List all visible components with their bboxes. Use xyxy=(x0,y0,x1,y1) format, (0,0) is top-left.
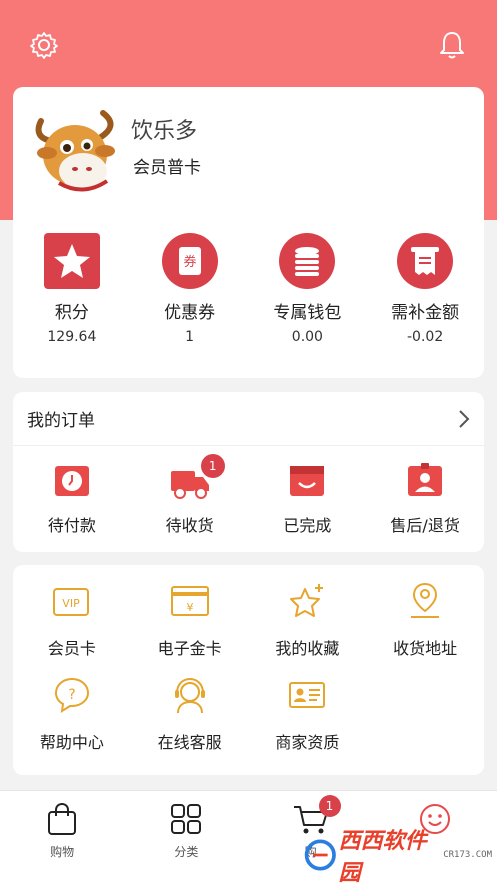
headset-icon xyxy=(168,673,212,717)
star-plus-icon xyxy=(285,579,329,623)
service-customer-support[interactable]: 在线客服 xyxy=(131,673,249,753)
help-icon: ? xyxy=(50,673,94,717)
stat-coupons[interactable]: 券 优惠券 1 xyxy=(131,232,249,345)
service-vip-card[interactable]: VIP 会员卡 xyxy=(13,579,131,659)
coins-icon xyxy=(278,232,336,290)
location-person-icon xyxy=(403,579,447,623)
stat-label: 优惠券 xyxy=(164,303,216,323)
gear-icon xyxy=(30,32,58,59)
tab-label: 分类 xyxy=(174,845,199,859)
services-row: ? 帮助中心 在线客服 商家资质 xyxy=(13,673,484,753)
stat-label: 积分 xyxy=(54,303,89,323)
cow-mascot-icon xyxy=(35,110,115,192)
profile-card: 饮乐多 会员普卡 积分 129.64 券 优惠券 1 专属钱包 0.00 需补金… xyxy=(13,87,484,378)
service-merchant-license[interactable]: 商家资质 xyxy=(249,673,367,753)
order-count-badge: 1 xyxy=(200,454,225,478)
bell-icon xyxy=(440,32,464,59)
order-after-sales[interactable]: 售后/退货 xyxy=(366,460,484,536)
stat-value: 129.64 xyxy=(47,329,97,345)
settings-button[interactable] xyxy=(27,28,61,62)
avatar[interactable] xyxy=(27,107,125,197)
services-card: VIP 会员卡 ¥ 电子金卡 我的收藏 收货地址 ? 帮助中心 在线客服 商家资… xyxy=(13,565,484,775)
orders-row: 待付款 1 待收货 已完成 售后/退货 xyxy=(13,446,484,536)
orders-title: 我的订单 xyxy=(27,411,95,431)
orders-header[interactable]: 我的订单 xyxy=(13,392,484,446)
license-icon xyxy=(285,673,329,717)
service-label: 在线客服 xyxy=(157,733,222,752)
star-icon xyxy=(43,232,101,290)
service-label: 会员卡 xyxy=(47,639,96,658)
order-label: 待收货 xyxy=(165,516,214,535)
service-address[interactable]: 收货地址 xyxy=(366,579,484,659)
stat-value: -0.02 xyxy=(407,329,444,345)
service-label: 我的收藏 xyxy=(275,639,340,658)
username: 饮乐多 xyxy=(131,119,198,144)
person-card-icon xyxy=(404,460,446,502)
orders-card: 我的订单 待付款 1 待收货 已完成 售后/退货 xyxy=(13,392,484,552)
order-pending-payment[interactable]: 待付款 xyxy=(13,460,131,536)
stat-balance-due[interactable]: 需补金额 -0.02 xyxy=(366,232,484,345)
stats-row: 积分 129.64 券 优惠券 1 专属钱包 0.00 需补金额 -0.02 xyxy=(13,232,484,345)
shopping-bag-icon xyxy=(44,801,80,837)
cart-count-badge: 1 xyxy=(318,795,341,817)
order-label: 待付款 xyxy=(47,516,96,535)
tab-category[interactable]: 分类 xyxy=(124,791,248,883)
stat-label: 专属钱包 xyxy=(273,303,342,323)
stat-label: 需补金额 xyxy=(391,303,460,323)
stat-value: 1 xyxy=(185,329,195,345)
svg-text:¥: ¥ xyxy=(186,601,193,614)
site-logo-icon xyxy=(304,839,336,871)
grid-icon xyxy=(168,801,204,837)
watermark-text: 西西软件园 xyxy=(338,829,427,883)
gold-card-icon: ¥ xyxy=(168,579,212,623)
stat-wallet[interactable]: 专属钱包 0.00 xyxy=(249,232,367,345)
clock-wallet-icon xyxy=(51,460,93,502)
order-label: 已完成 xyxy=(283,516,332,535)
service-label: 收货地址 xyxy=(393,639,458,658)
chevron-right-icon xyxy=(459,409,470,428)
vip-card-icon: VIP xyxy=(50,579,94,623)
services-row: VIP 会员卡 ¥ 电子金卡 我的收藏 收货地址 xyxy=(13,579,484,659)
service-label: 帮助中心 xyxy=(39,733,104,752)
stat-points[interactable]: 积分 129.64 xyxy=(13,232,131,345)
tab-shopping[interactable]: 购物 xyxy=(0,791,124,883)
svg-text:券: 券 xyxy=(183,254,196,270)
watermark-sub: CR173.COM xyxy=(443,850,492,860)
service-label: 商家资质 xyxy=(275,733,340,752)
svg-text:?: ? xyxy=(68,687,75,703)
order-completed[interactable]: 已完成 xyxy=(249,460,367,536)
watermark: 西西软件园 CR173.COM xyxy=(302,829,492,883)
membership-level: 会员普卡 xyxy=(133,158,201,178)
service-gold-card[interactable]: ¥ 电子金卡 xyxy=(131,579,249,659)
box-done-icon xyxy=(286,460,328,502)
svg-text:VIP: VIP xyxy=(62,597,80,610)
service-favorites[interactable]: 我的收藏 xyxy=(249,579,367,659)
service-label: 电子金卡 xyxy=(157,639,222,658)
tab-label: 购物 xyxy=(50,845,75,859)
stat-value: 0.00 xyxy=(291,329,323,345)
order-label: 售后/退货 xyxy=(390,516,460,535)
coupon-icon: 券 xyxy=(161,232,219,290)
service-help-center[interactable]: ? 帮助中心 xyxy=(13,673,131,753)
notification-button[interactable] xyxy=(435,28,469,62)
receipt-icon xyxy=(396,232,454,290)
order-pending-delivery[interactable]: 1 待收货 xyxy=(131,454,249,536)
